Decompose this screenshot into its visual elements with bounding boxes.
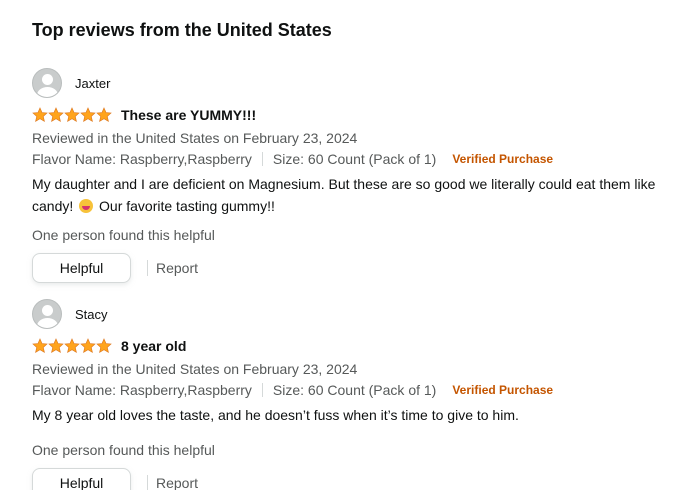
- avatar-icon: [32, 299, 62, 329]
- star-icon: [80, 338, 96, 354]
- star-icon: [80, 107, 96, 123]
- review-title[interactable]: 8 year old: [121, 338, 186, 354]
- star-icon: [48, 338, 64, 354]
- star-icon: [64, 338, 80, 354]
- review-body-text-end: Our favorite tasting gummy!!: [95, 198, 275, 214]
- flavor-name[interactable]: Flavor Name: Raspberry,Raspberry: [32, 150, 252, 168]
- divider: [147, 260, 148, 276]
- divider: [147, 475, 148, 490]
- star-rating[interactable]: [32, 338, 112, 354]
- star-rating[interactable]: [32, 107, 112, 123]
- review-card: Jaxter These are YUMMY!!! Reviewed in th…: [32, 68, 682, 283]
- review-date: Reviewed in the United States on Februar…: [32, 361, 358, 377]
- helpful-count: One person found this helpful: [32, 227, 215, 243]
- star-icon: [48, 107, 64, 123]
- avatar-icon: [32, 68, 62, 98]
- review-body: My 8 year old loves the taste, and he do…: [32, 407, 519, 423]
- review-title[interactable]: These are YUMMY!!!: [121, 107, 256, 123]
- report-link[interactable]: Report: [156, 475, 198, 490]
- flavor-name[interactable]: Flavor Name: Raspberry,Raspberry: [32, 381, 252, 399]
- star-icon: [96, 338, 112, 354]
- star-icon: [32, 107, 48, 123]
- section-heading: Top reviews from the United States: [32, 20, 332, 40]
- star-icon: [96, 107, 112, 123]
- format-strip: Flavor Name: Raspberry,Raspberry Size: 6…: [32, 150, 682, 168]
- laughing-face-icon: [79, 199, 94, 213]
- format-strip: Flavor Name: Raspberry,Raspberry Size: 6…: [32, 381, 682, 399]
- size-name: Size: 60 Count (Pack of 1): [272, 382, 437, 398]
- helpful-count: One person found this helpful: [32, 442, 215, 458]
- star-icon: [64, 107, 80, 123]
- divider: [261, 383, 263, 397]
- review-card: Stacy 8 year old Reviewed in the United …: [32, 299, 682, 490]
- size-name: Size: 60 Count (Pack of 1): [272, 151, 437, 167]
- reviewer-name[interactable]: Jaxter: [75, 76, 110, 91]
- helpful-button[interactable]: Helpful: [32, 468, 131, 490]
- review-body: My daughter and I are deficient on Magne…: [32, 173, 682, 217]
- star-icon: [32, 338, 48, 354]
- verified-purchase-badge[interactable]: Verified Purchase: [452, 150, 553, 168]
- reviewer-name[interactable]: Stacy: [75, 307, 108, 322]
- divider: [261, 152, 263, 166]
- helpful-button[interactable]: Helpful: [32, 253, 131, 283]
- reviewer-profile[interactable]: Jaxter: [32, 68, 682, 98]
- report-link[interactable]: Report: [156, 260, 198, 276]
- review-date: Reviewed in the United States on Februar…: [32, 130, 358, 146]
- reviewer-profile[interactable]: Stacy: [32, 299, 682, 329]
- verified-purchase-badge[interactable]: Verified Purchase: [452, 381, 553, 399]
